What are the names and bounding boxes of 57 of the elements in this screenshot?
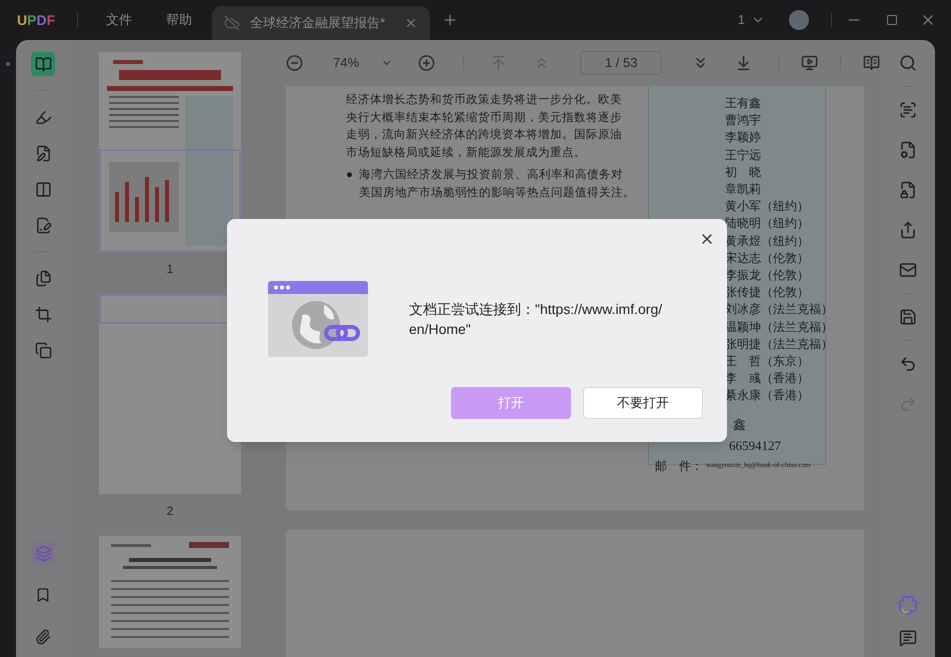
- attachment-icon[interactable]: [35, 629, 51, 645]
- comment-icon[interactable]: [898, 629, 916, 647]
- menu-item[interactable]: 帮助: [166, 10, 192, 30]
- bookmark-icon[interactable]: [35, 587, 51, 603]
- pages-icon: [34, 270, 52, 286]
- zoom-level[interactable]: 74%: [333, 53, 360, 73]
- tab-title: 全球经济金融展望报告*: [250, 14, 386, 32]
- page-thumbnail-drawing[interactable]: [99, 536, 241, 648]
- form-icon: [34, 180, 52, 198]
- page-field[interactable]: 1 / 53: [580, 51, 662, 75]
- phone-number: 66594127: [728, 437, 782, 456]
- contact-name: 王宁远: [724, 146, 762, 164]
- cancel-button[interactable]: 不要打开: [583, 387, 703, 419]
- paragraph: 经济体增长态势和货币政策走势将进一步分化。欧美 央行大概率结束本轮紧缩货币周期，美元指数将逐步 走弱，流向新兴经济体的跨境资本将增加。国际原油 市场短缺格局或延续，新能源发展成为重点。: [346, 92, 622, 160]
- search-icon[interactable]: [898, 54, 916, 72]
- contact-name: 初 晓: [724, 164, 762, 181]
- bullet-paragraph: 海湾六国经济发展与投资前景、高利率和高债务对 美国房地产市场脆弱性的影响等热点问题值得关注。: [358, 167, 635, 200]
- undo-icon[interactable]: [898, 355, 916, 373]
- maximize-icon[interactable]: [886, 14, 898, 26]
- document-tab[interactable]: 全球经济金融展望报告*: [212, 6, 430, 40]
- layers-icon: [34, 544, 52, 562]
- bullet: ●: [346, 168, 353, 183]
- contact-name: 曹鸿宇: [724, 112, 762, 130]
- contact-name: 王有鑫: [724, 95, 762, 112]
- page-thumbnail-drawing[interactable]: [99, 294, 241, 494]
- page-selector[interactable]: 1: [738, 10, 765, 30]
- open-button[interactable]: 打开: [451, 387, 571, 419]
- reading-mode-icon[interactable]: [862, 54, 880, 72]
- dialog-message: 文档正尝试连接到："https://www.imf.org/ en/Home": [409, 300, 662, 339]
- zoom-out-icon[interactable]: [286, 54, 304, 72]
- pen-document-icon: [34, 144, 52, 162]
- signature-icon: [34, 216, 52, 234]
- cloud-off-icon: [224, 15, 240, 31]
- convert-document-icon[interactable]: [898, 141, 916, 159]
- mail-icon[interactable]: [898, 261, 916, 279]
- share-icon[interactable]: [898, 221, 916, 239]
- slideshow-icon[interactable]: [800, 54, 818, 72]
- contact-name: 章凯莉: [724, 181, 762, 198]
- book-icon: [34, 56, 52, 72]
- contact-name: 李颖婷: [724, 129, 762, 146]
- page-number: 1: [166, 261, 174, 278]
- menu-item[interactable]: 文件: [106, 10, 132, 30]
- highlighter-icon: [34, 108, 52, 126]
- lock-document-icon[interactable]: [898, 181, 916, 199]
- book-tool[interactable]: [31, 52, 55, 76]
- avatar[interactable]: [789, 10, 809, 30]
- page-number: 2: [166, 503, 174, 520]
- ocr-icon[interactable]: [898, 101, 916, 119]
- zoom-in-icon[interactable]: [418, 54, 436, 72]
- crop-icon: [34, 306, 52, 322]
- save-icon[interactable]: [898, 308, 916, 326]
- contact-name: 黄小军（纽约）: [724, 198, 810, 216]
- app-logo: UPDF: [17, 10, 56, 30]
- email-label: 邮 件：: [654, 458, 703, 475]
- page-thumbnail-drawing[interactable]: [99, 52, 241, 252]
- contact-name: 鑫: [732, 416, 747, 434]
- copy-icon: [34, 342, 52, 358]
